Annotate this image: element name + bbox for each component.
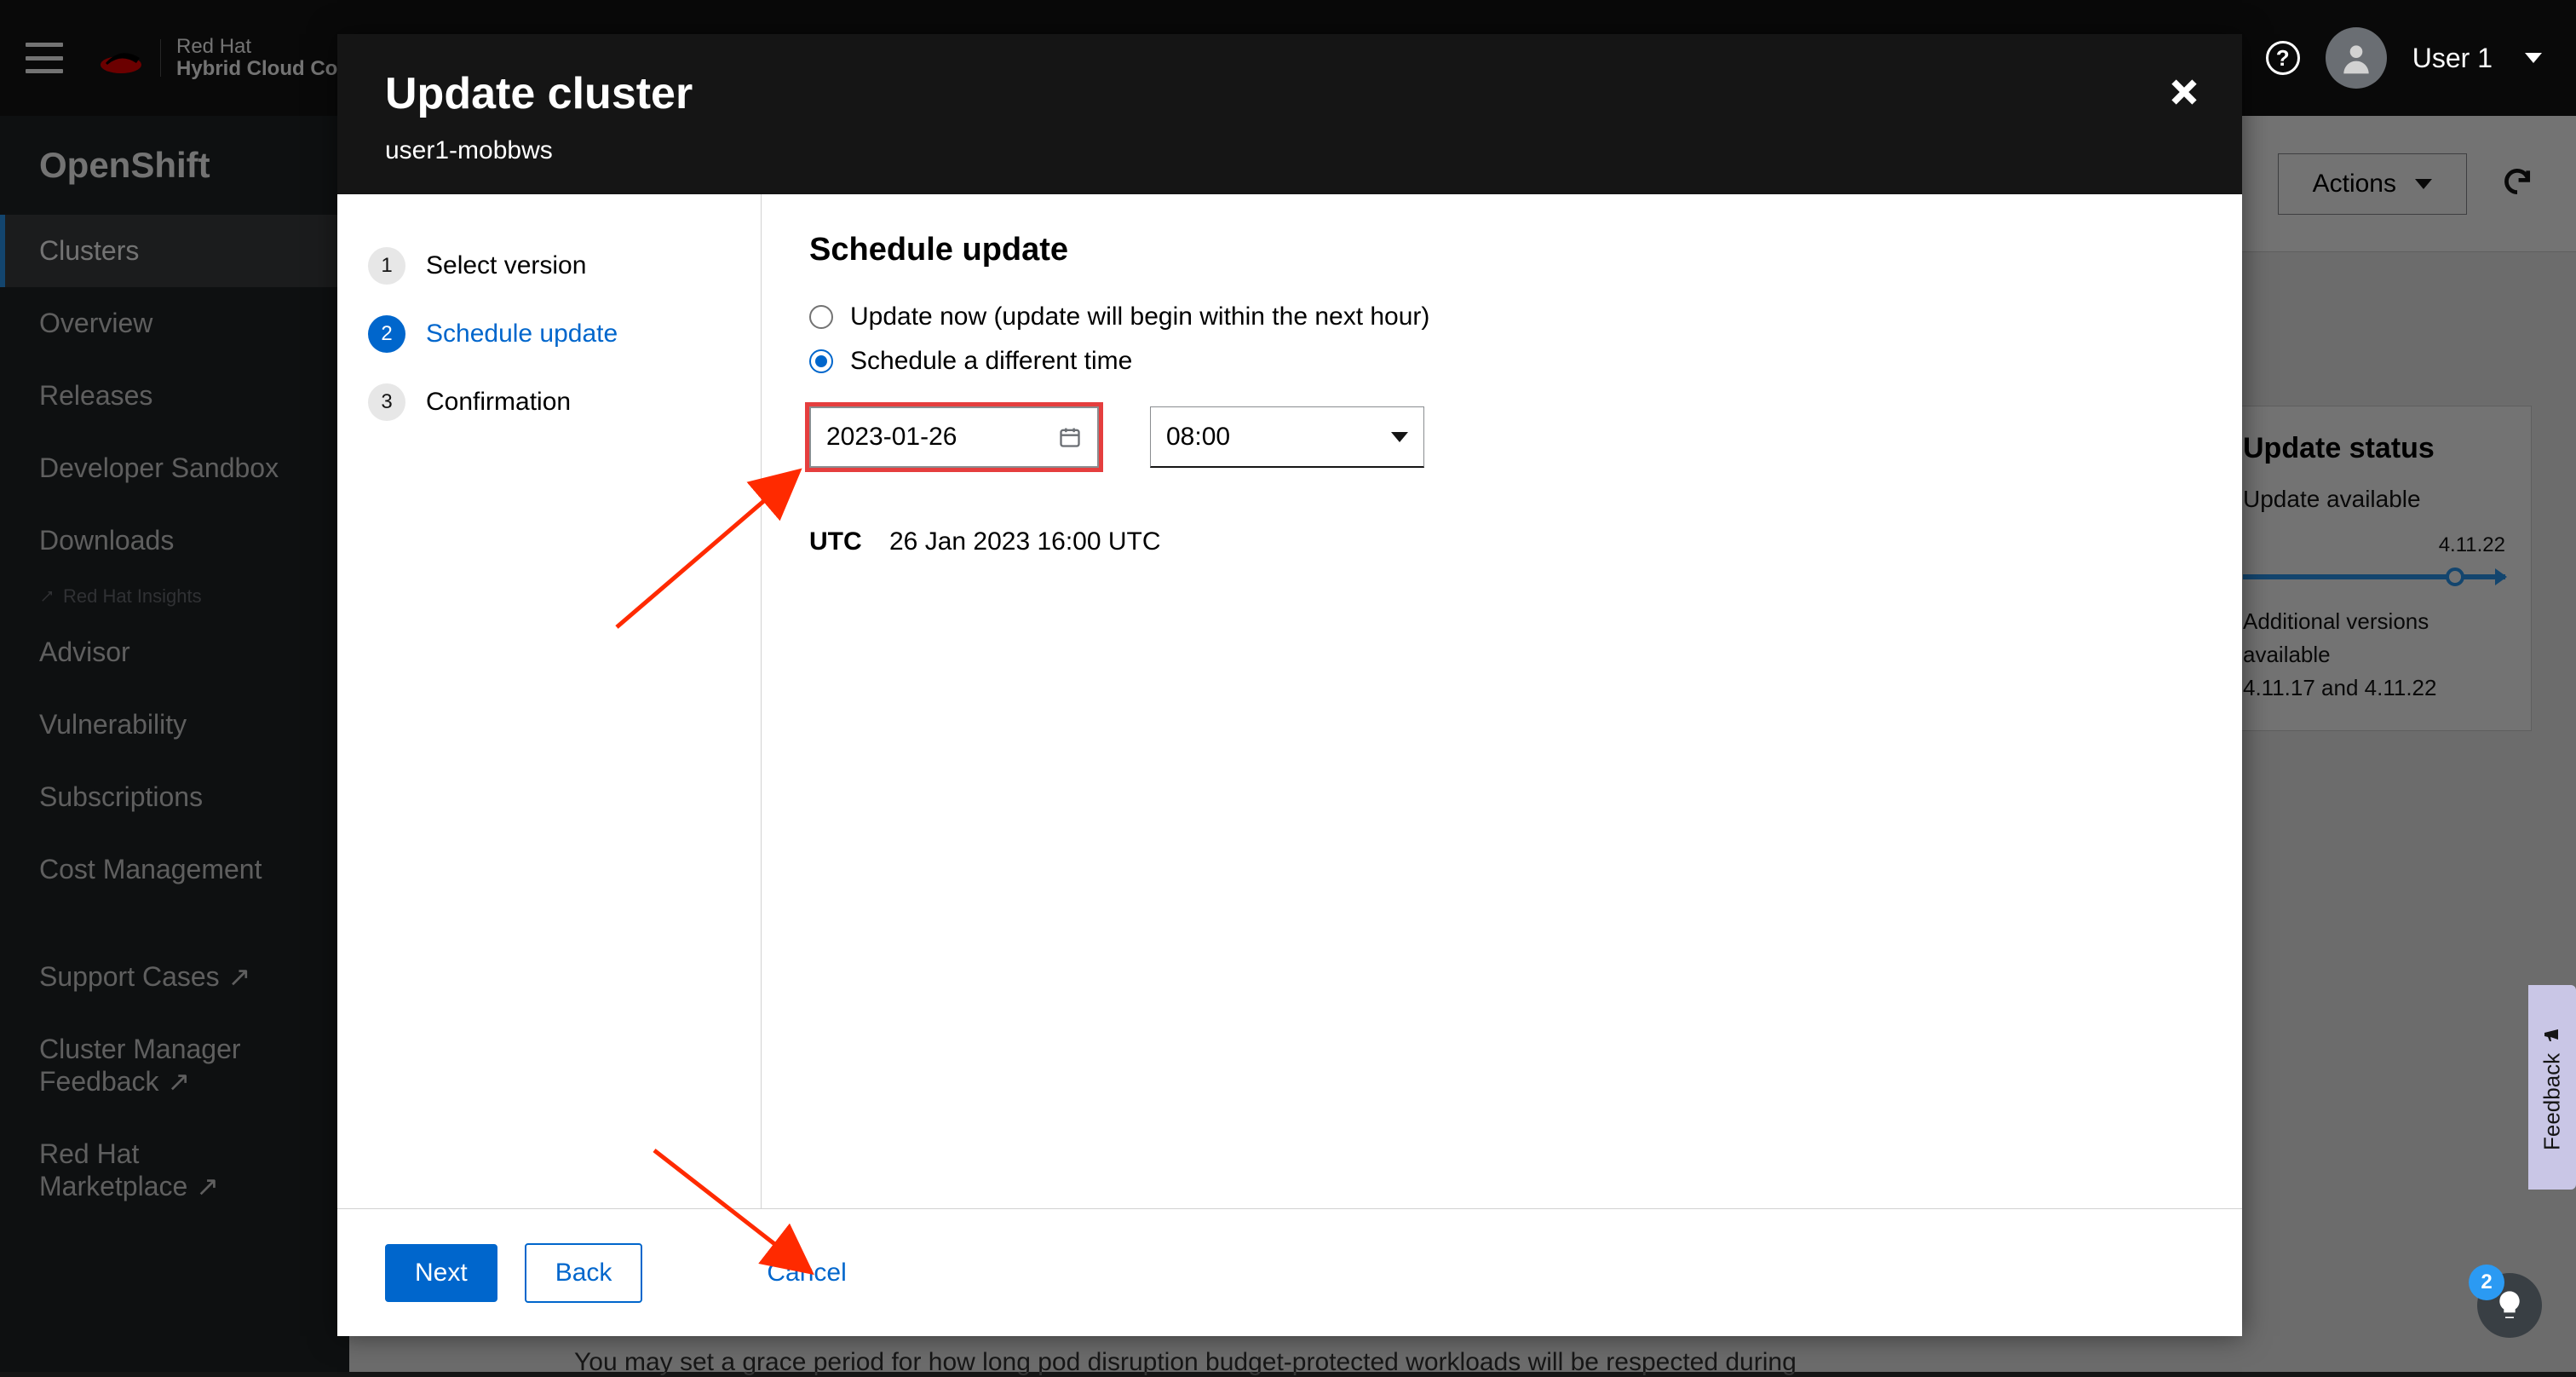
next-button[interactable]: Next [385,1244,497,1302]
help-icon[interactable]: ? [2266,41,2300,75]
chevron-down-icon[interactable] [2525,53,2542,63]
redhat-fedora-icon [97,41,145,75]
wizard-content: Schedule update Update now (update will … [762,194,2242,1208]
modal-title: Update cluster [385,68,2194,119]
radio-icon [809,349,833,373]
help-bubble[interactable]: 2 [2477,1273,2542,1338]
user-menu-label[interactable]: User 1 [2412,43,2493,74]
versions-available-line1: Additional versions available [2243,605,2505,671]
wizard-step-confirmation[interactable]: 3 Confirmation [359,368,739,436]
refresh-icon[interactable] [2501,165,2533,202]
sidebar-item-support-cases[interactable]: Support Cases↗ [0,940,349,1013]
sidebar-item-advisor[interactable]: Advisor [0,616,349,688]
external-link-icon: ↗ [228,961,251,992]
sidebar-item-clusters[interactable]: Clusters [0,215,349,287]
sidebar-item-vulnerability[interactable]: Vulnerability [0,688,349,761]
calendar-icon [1058,425,1082,449]
wizard-nav: 1 Select version 2 Schedule update 3 Con… [337,194,762,1208]
modal-footer: Next Back Cancel [337,1208,2242,1336]
sidebar-item-marketplace[interactable]: Red Hat Marketplace↗ [0,1118,349,1223]
avatar[interactable] [2326,27,2387,89]
update-status-title: Update status [2243,432,2505,465]
radio-icon [809,305,833,329]
hamburger-icon[interactable] [26,43,63,73]
content-title: Schedule update [809,232,2194,268]
update-status-card: Update status Update available 4.11.22 A… [2217,406,2532,731]
modal-header: Update cluster user1-mobbws [337,34,2242,194]
schedule-date-input[interactable]: 2023-01-26 [809,406,1099,468]
sidebar-item-developer-sandbox[interactable]: Developer Sandbox [0,432,349,504]
sidebar-section-title: OpenShift [0,116,349,215]
utc-display: UTC 26 Jan 2023 16:00 UTC [809,527,2194,556]
version-target: 4.11.22 [2243,533,2505,557]
feedback-tab[interactable]: Feedback [2528,985,2576,1190]
notification-badge: 2 [2469,1265,2504,1300]
external-link-icon: ↗ [196,1171,219,1201]
modal-subtitle: user1-mobbws [385,136,2194,165]
sidebar-item-downloads[interactable]: Downloads [0,504,349,577]
wizard-step-select-version[interactable]: 1 Select version [359,232,739,300]
back-button[interactable]: Back [525,1243,643,1303]
cancel-button[interactable]: Cancel [738,1245,875,1301]
sidebar-item-overview[interactable]: Overview [0,287,349,360]
update-cluster-modal: Update cluster user1-mobbws 1 Select ver… [337,34,2242,1336]
radio-schedule-different-time[interactable]: Schedule a different time [809,347,2194,376]
schedule-time-select[interactable]: 08:00 [1150,406,1424,468]
close-icon[interactable] [2164,72,2205,112]
radio-update-now[interactable]: Update now (update will begin within the… [809,302,2194,331]
external-link-icon: ↗ [168,1066,191,1097]
wizard-step-schedule-update[interactable]: 2 Schedule update [359,300,739,368]
sidebar-item-cluster-feedback[interactable]: Cluster Manager Feedback↗ [0,1013,349,1118]
chevron-down-icon [1391,432,1408,442]
actions-dropdown[interactable]: Actions [2278,153,2467,215]
sidebar: OpenShift Clusters Overview Releases Dev… [0,116,349,1372]
sidebar-group-insights: Red Hat Insights [0,577,349,616]
megaphone-icon [2542,1024,2562,1045]
grace-period-text: You may set a grace period for how long … [574,1348,1937,1377]
sidebar-item-releases[interactable]: Releases [0,360,349,432]
sidebar-item-subscriptions[interactable]: Subscriptions [0,761,349,833]
versions-available-line2: 4.11.17 and 4.11.22 [2243,671,2505,705]
update-status-value: Update available [2243,486,2505,513]
sidebar-item-cost-management[interactable]: Cost Management [0,833,349,906]
